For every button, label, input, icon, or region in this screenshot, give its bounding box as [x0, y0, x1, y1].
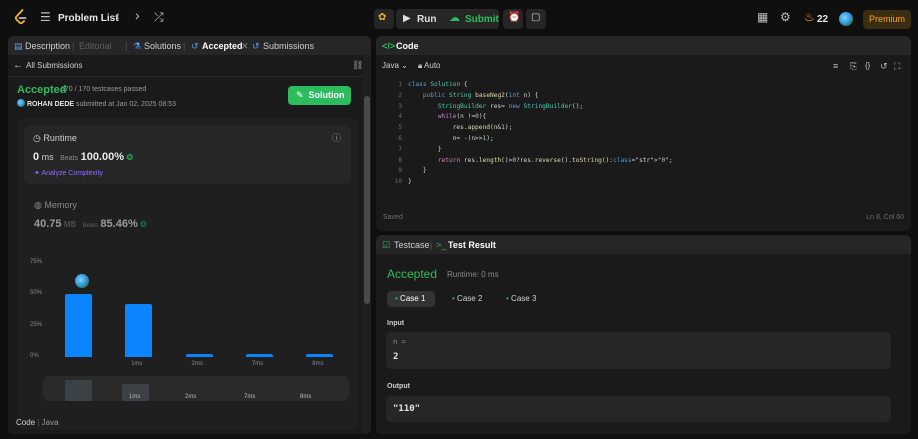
code-footer: Code | Java — [16, 418, 59, 427]
output-box: "110" — [386, 396, 891, 422]
y-tick-label: 75% — [30, 259, 43, 265]
layout-icon[interactable]: ▦ — [757, 10, 768, 24]
footer-separator: | — [37, 418, 40, 427]
code-language: Java — [41, 418, 59, 427]
tab-test-result[interactable]: Test Result — [448, 240, 496, 250]
code-line[interactable]: class Solution { — [408, 80, 673, 91]
case-tab-2[interactable]: • Case 2 — [444, 291, 492, 307]
alarm-icon: ⏰ — [508, 12, 521, 23]
timer-button[interactable]: ⏰ — [503, 9, 523, 29]
input-value[interactable]: 2 — [393, 352, 398, 362]
cursor-position: Ln 8, Col 60 — [866, 214, 904, 221]
bug-icon: ✿ — [378, 12, 387, 23]
submission-panel: ▤ Description | Editorial | ⚗ Solutions … — [8, 36, 371, 434]
y-tick-label: 50% — [30, 290, 43, 297]
avatar[interactable] — [839, 12, 853, 26]
scrollbar-thumb[interactable] — [364, 96, 370, 304]
code-label: Code — [16, 418, 36, 427]
overview-tick-label: 8ms — [300, 394, 312, 400]
cloud-upload-icon[interactable]: ☁ — [449, 11, 460, 25]
code-line[interactable]: } — [408, 177, 673, 188]
code-line[interactable]: n= -(n>>1); — [408, 134, 673, 145]
code-line[interactable]: return res.length()>0?res.reverse().toSt… — [408, 156, 673, 167]
reset-icon[interactable]: ↺ — [880, 61, 888, 72]
leetcode-logo[interactable] — [13, 9, 29, 26]
checkbox-icon: ☑ — [382, 240, 391, 250]
chevron-down-icon: ⌄ — [401, 61, 408, 70]
run-button[interactable]: Run — [417, 14, 436, 25]
output-label: Output — [387, 383, 410, 390]
code-line[interactable]: public String baseNeg2(int n) { — [408, 91, 673, 102]
case-tab-3[interactable]: • Case 3 — [498, 291, 546, 307]
line-numbers: 1 2 3 4 5 6 7 8 9 10 — [394, 81, 402, 186]
gear-icon[interactable]: ⚙ — [780, 10, 791, 24]
debug-button[interactable]: ✿ — [374, 9, 394, 29]
code-icon: </> — [382, 41, 396, 51]
bookmark-icon[interactable]: ⎘ — [850, 61, 857, 72]
problem-list-label[interactable]: Problem List — [58, 13, 119, 24]
overview-tick-label: 1ms — [129, 394, 141, 400]
terminal-icon: >_ — [436, 240, 447, 250]
tab-code[interactable]: Code — [396, 41, 419, 51]
y-tick-label: 0% — [30, 353, 39, 359]
chevron-right-icon[interactable]: › — [135, 8, 140, 22]
pass-dot-icon: • — [452, 294, 455, 303]
input-box: n = 2 — [386, 332, 891, 369]
input-variable: n = — [393, 338, 406, 346]
code-editor[interactable]: class Solution { public String baseNeg2(… — [408, 80, 673, 188]
chevron-left-icon[interactable]: ‹ — [115, 8, 120, 22]
overview-tick-label: 7ms — [244, 394, 256, 400]
code-line[interactable]: while(n !=0){ — [408, 112, 673, 123]
runtime-distribution-chart: 75% 50% 25% 0% 1ms 2ms 7ms 8ms — [8, 36, 363, 434]
code-line[interactable]: } — [408, 145, 673, 156]
save-status: Saved — [383, 214, 403, 221]
test-result-panel: ☑ Testcase | >_ Test Result Accepted Run… — [376, 235, 911, 434]
result-status: Accepted — [387, 267, 438, 281]
fullscreen-icon[interactable]: ⛶ — [894, 61, 900, 72]
pass-dot-icon: • — [506, 294, 509, 303]
y-tick-label: 25% — [30, 321, 43, 328]
fire-icon: ♨ — [804, 10, 815, 24]
x-tick-label: 2ms — [191, 361, 203, 367]
overview-tick-label: 2ms — [185, 394, 197, 400]
chart-bar[interactable] — [185, 354, 213, 358]
notes-button[interactable]: ▢ — [526, 9, 546, 29]
auto-mode-toggle[interactable]: 🔒︎ Auto — [418, 61, 441, 71]
code-tab-strip: </> Code — [376, 36, 911, 55]
lock-icon: 🔒︎ — [418, 61, 423, 70]
problem-list-icon[interactable]: ☰ — [40, 10, 51, 24]
tab-testcase[interactable]: Testcase — [394, 240, 430, 250]
chart-bar[interactable] — [306, 354, 334, 358]
user-position-avatar — [75, 274, 89, 288]
streak-count[interactable]: 22 — [817, 14, 828, 25]
premium-button[interactable]: Premium — [863, 10, 911, 29]
format-icon[interactable]: ≡ — [833, 61, 838, 71]
input-label: Input — [387, 320, 405, 327]
pass-dot-icon: • — [395, 294, 398, 303]
tab-separator: | — [430, 240, 433, 250]
overview-window[interactable] — [65, 380, 92, 401]
x-tick-label: 8ms — [312, 361, 324, 367]
play-icon[interactable]: ▶ — [403, 12, 411, 26]
language-select[interactable]: Java ⌄ — [382, 61, 408, 70]
test-tab-strip: ☑ Testcase | >_ Test Result — [376, 235, 911, 254]
chart-bar[interactable] — [245, 354, 273, 358]
chart-bar[interactable] — [125, 304, 153, 357]
code-line[interactable]: StringBuilder res= new StringBuilder(); — [408, 102, 673, 113]
result-runtime: Runtime: 0 ms — [447, 270, 499, 279]
braces-icon[interactable]: {} — [865, 61, 870, 70]
shuffle-icon[interactable]: ⤮ — [154, 10, 164, 24]
submit-button[interactable]: Submit — [465, 14, 499, 25]
x-tick-label: 1ms — [131, 361, 143, 367]
top-bar: ☰ Problem List ‹ › ⤮ ✿ ▶ Run ☁ Submit ⏰ … — [0, 0, 918, 36]
case-tab-1[interactable]: • Case 1 — [387, 291, 435, 307]
code-line[interactable]: res.append(n&1); — [408, 123, 673, 134]
code-line[interactable]: } — [408, 166, 673, 177]
output-value[interactable]: "110" — [393, 404, 420, 414]
code-toolbar: Java ⌄ 🔒︎ Auto ≡ ⎘ {} ↺ ⛶ — [376, 55, 911, 77]
x-tick-label: 7ms — [251, 361, 264, 367]
note-icon: ▢ — [531, 12, 541, 23]
chart-bar[interactable] — [64, 294, 92, 357]
code-editor-panel: </> Code Java ⌄ 🔒︎ Auto ≡ ⎘ {} ↺ ⛶ 12345… — [376, 36, 911, 231]
